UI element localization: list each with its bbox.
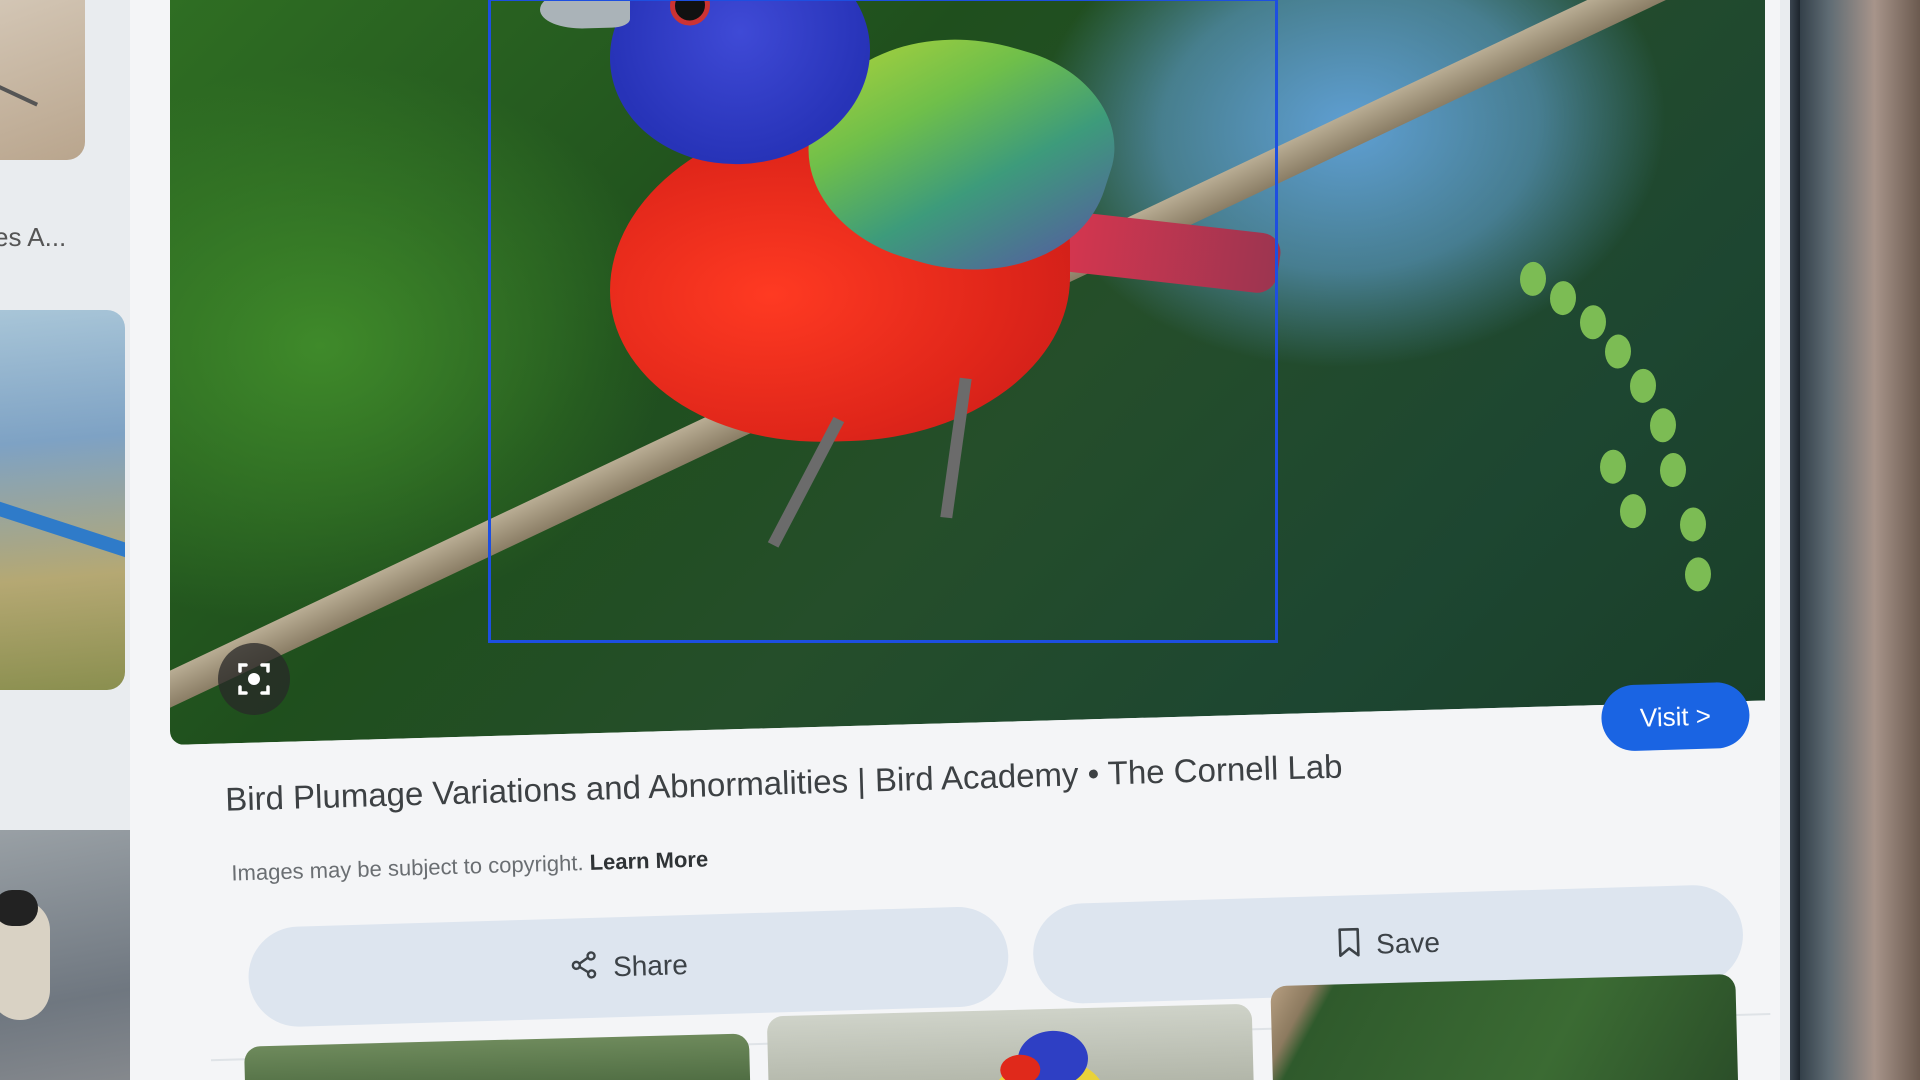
thumbnail-bird-1[interactable] (0, 0, 85, 160)
share-icon (569, 949, 600, 987)
thumbnail-caption: es A... (0, 222, 67, 252)
background-environment (1790, 0, 1920, 1080)
browser-screen: es A... Visit > Bird Plumage Variations … (0, 0, 1790, 1080)
learn-more-link[interactable]: Learn More (589, 846, 708, 875)
related-image-3[interactable] (1270, 973, 1739, 1080)
leaves (1510, 247, 1720, 613)
bookmark-icon (1336, 926, 1363, 966)
related-image-2[interactable] (766, 1003, 1255, 1080)
thumbnail-bird-2[interactable] (0, 310, 125, 690)
visit-button[interactable]: Visit > (1600, 681, 1751, 752)
copyright-notice: Images may be subject to copyright. Lear… (231, 846, 709, 886)
result-title[interactable]: Bird Plumage Variations and Abnormalitie… (225, 748, 1343, 819)
lens-selection-box[interactable] (488, 0, 1278, 643)
share-button[interactable]: Share (247, 905, 1010, 1029)
